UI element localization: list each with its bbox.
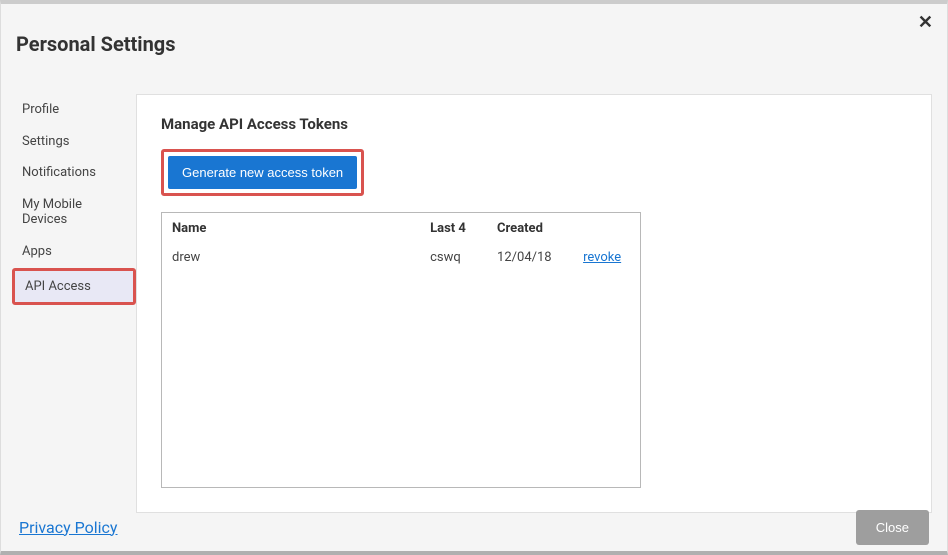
- table-row: drew cswq 12/04/18 revoke: [162, 244, 640, 271]
- sidebar-item-profile[interactable]: Profile: [16, 94, 136, 126]
- col-header-created: Created: [487, 213, 573, 244]
- sidebar-item-settings[interactable]: Settings: [16, 126, 136, 158]
- content: Profile Settings Notifications My Mobile…: [1, 56, 947, 513]
- col-header-name: Name: [162, 213, 420, 244]
- token-table-container: Name Last 4 Created drew cswq 12/04/18 r…: [161, 212, 641, 488]
- table-header-row: Name Last 4 Created: [162, 213, 640, 244]
- footer: Privacy Policy Close: [1, 503, 947, 551]
- sidebar-item-notifications[interactable]: Notifications: [16, 157, 136, 189]
- main-panel: Manage API Access Tokens Generate new ac…: [136, 94, 932, 513]
- cell-last4: cswq: [420, 244, 487, 271]
- cell-name: drew: [162, 244, 420, 271]
- token-table: Name Last 4 Created drew cswq 12/04/18 r…: [162, 213, 640, 271]
- generate-token-button[interactable]: Generate new access token: [168, 156, 357, 189]
- panel-heading: Manage API Access Tokens: [161, 115, 907, 133]
- close-icon[interactable]: ✕: [918, 12, 933, 33]
- close-button[interactable]: Close: [856, 510, 929, 545]
- generate-token-highlight: Generate new access token: [161, 149, 364, 196]
- col-header-action: [573, 213, 640, 244]
- sidebar-item-my-mobile-devices[interactable]: My Mobile Devices: [16, 189, 136, 236]
- cell-created: 12/04/18: [487, 244, 573, 271]
- col-header-last4: Last 4: [420, 213, 487, 244]
- revoke-link[interactable]: revoke: [583, 250, 621, 265]
- sidebar: Profile Settings Notifications My Mobile…: [1, 94, 136, 305]
- settings-modal: ✕ Personal Settings Profile Settings Not…: [0, 0, 948, 555]
- privacy-policy-link[interactable]: Privacy Policy: [19, 518, 118, 537]
- sidebar-item-apps[interactable]: Apps: [16, 236, 136, 268]
- page-title: Personal Settings: [1, 4, 947, 56]
- sidebar-item-api-access[interactable]: API Access: [12, 268, 136, 306]
